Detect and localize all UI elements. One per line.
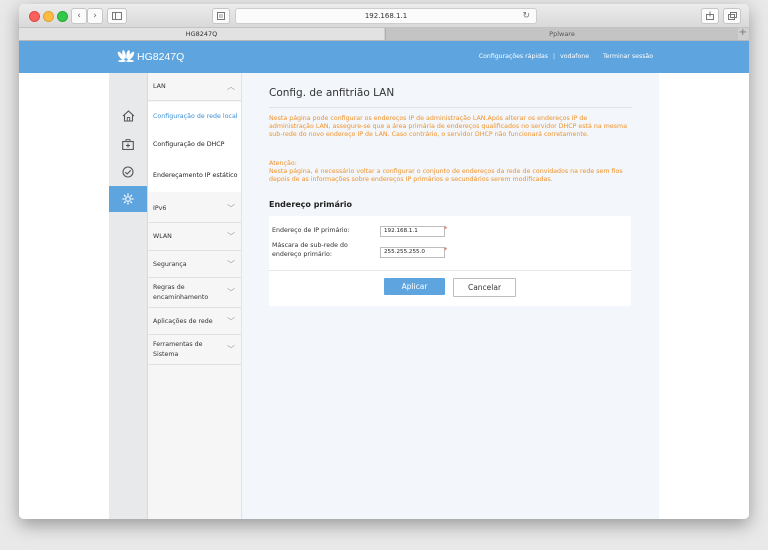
url-text: 192.168.1.1	[364, 12, 408, 20]
separator: |	[553, 53, 556, 60]
reload-icon[interactable]: ↻	[522, 9, 530, 23]
nav-section-label: LAN	[153, 83, 166, 90]
logout-link[interactable]: Terminar sessão	[603, 53, 653, 60]
share-button[interactable]	[701, 8, 719, 24]
router-page: LAN ︿ Configuração de rede local Configu…	[19, 73, 749, 519]
gauge-icon	[122, 166, 134, 178]
nav-section-wlan[interactable]: WLAN ﹀	[148, 223, 241, 251]
primary-ip-input[interactable]: 192.168.1.1	[380, 226, 445, 237]
chevron-down-icon: ﹀	[227, 204, 235, 213]
category-icon-bar	[109, 73, 148, 519]
nav-item-label: Configuração de rede local	[153, 112, 238, 120]
chevron-down-icon: ﹀	[227, 259, 235, 269]
tabs-icon	[727, 12, 737, 20]
new-tab-button[interactable]: +	[739, 27, 747, 38]
tab-hg8247q[interactable]: HG8247Q	[19, 28, 384, 40]
nav-item-dhcp-config[interactable]: Configuração de DHCP	[148, 130, 241, 158]
advanced-category-button[interactable]	[109, 186, 147, 212]
chevron-left-icon: ‹	[77, 11, 81, 21]
apply-button[interactable]: Aplicar	[384, 278, 445, 295]
form-divider	[269, 270, 631, 271]
router-header: HG8247Q Configurações rápidas | vodafone…	[19, 41, 749, 73]
attention-title: Atenção:	[269, 160, 297, 167]
title-divider	[269, 107, 632, 108]
sidebar-icon	[112, 12, 122, 20]
tabs-overview-button[interactable]	[723, 8, 741, 24]
address-bar[interactable]: 192.168.1.1 ↻	[235, 8, 537, 24]
gear-icon	[122, 193, 134, 205]
tab-bar: HG8247Q Pplware +	[19, 27, 749, 41]
settings-nav: LAN ︿ Configuração de rede local Configu…	[148, 73, 242, 519]
nav-item-static-ip[interactable]: Endereçamento IP estático	[148, 158, 241, 192]
zoom-window-button[interactable]	[57, 11, 68, 22]
header-links: Configurações rápidas | vodafone Termina…	[479, 53, 653, 60]
nav-section-label: Regras de encaminhamento	[153, 283, 209, 301]
reader-icon	[217, 12, 225, 20]
subnet-mask-label: Máscara de sub-rede do endereço primário…	[272, 242, 348, 258]
required-marker: *	[444, 246, 448, 254]
cancel-button[interactable]: Cancelar	[453, 278, 516, 297]
share-icon	[706, 11, 714, 20]
title-bar: ‹ › 192.168.1.1 ↻	[19, 4, 749, 28]
section-title: Endereço primário	[269, 200, 353, 209]
maintenance-category-button[interactable]	[109, 131, 147, 157]
user-name: vodafone	[560, 53, 589, 60]
first-aid-kit-icon	[122, 138, 134, 150]
nav-item-label: Configuração de DHCP	[153, 140, 225, 148]
huawei-logo-icon	[117, 50, 135, 62]
chevron-up-icon: ︿	[227, 82, 235, 91]
tab-pplware[interactable]: Pplware	[385, 28, 738, 40]
forward-button[interactable]: ›	[87, 8, 103, 24]
nav-section-lan[interactable]: LAN ︿	[148, 73, 241, 101]
attention-text: Nesta página, é necessário voltar a conf…	[269, 168, 623, 184]
reader-button[interactable]	[212, 8, 230, 24]
nav-section-forwarding-rules[interactable]: Regras de encaminhamento ﹀	[148, 278, 241, 308]
nav-section-label: WLAN	[153, 233, 172, 240]
nav-section-label: IPv6	[153, 205, 167, 212]
nav-section-ipv6[interactable]: IPv6 ﹀	[148, 195, 241, 223]
primary-ip-label: Endereço de IP primário:	[272, 227, 350, 234]
nav-section-system-tools[interactable]: Ferramentas de Sistema ﹀	[148, 335, 241, 365]
nav-section-label: Aplicações de rede	[153, 317, 213, 325]
primary-address-form: Endereço de IP primário: 192.168.1.1 * M…	[269, 216, 631, 306]
browser-window: ‹ › 192.168.1.1 ↻ HG8247Q Pplware + HG82…	[19, 4, 749, 519]
main-content: Config. de anfitrião LAN Nesta página po…	[242, 73, 659, 519]
back-button[interactable]: ‹	[71, 8, 87, 24]
nav-item-label: Endereçamento IP estático	[153, 171, 238, 179]
home-icon	[122, 110, 134, 122]
chevron-down-icon: ﹀	[227, 288, 235, 297]
close-window-button[interactable]	[29, 11, 40, 22]
nav-section-network-apps[interactable]: Aplicações de rede ﹀	[148, 308, 241, 335]
minimize-window-button[interactable]	[43, 11, 54, 22]
page-title: Config. de anfitrião LAN	[269, 87, 395, 99]
sidebar-toggle-button[interactable]	[107, 8, 127, 24]
chevron-down-icon: ﹀	[227, 316, 235, 326]
subnet-mask-input[interactable]: 255.255.255.0	[380, 247, 445, 258]
nav-item-lan-host-config[interactable]: Configuração de rede local	[148, 102, 241, 130]
chevron-down-icon: ﹀	[227, 232, 235, 241]
chevron-right-icon: ›	[93, 11, 97, 21]
page-description: Nesta página pode configurar os endereço…	[269, 115, 628, 139]
chevron-down-icon: ﹀	[227, 345, 235, 354]
nav-section-security[interactable]: Segurança ﹀	[148, 251, 241, 278]
quick-settings-link[interactable]: Configurações rápidas	[479, 53, 548, 60]
nav-section-label: Ferramentas de Sistema	[153, 340, 203, 358]
home-category-button[interactable]	[109, 103, 147, 129]
device-model: HG8247Q	[137, 51, 185, 63]
nav-section-label: Segurança	[153, 260, 187, 268]
status-category-button[interactable]	[109, 159, 147, 185]
required-marker: *	[444, 225, 448, 233]
